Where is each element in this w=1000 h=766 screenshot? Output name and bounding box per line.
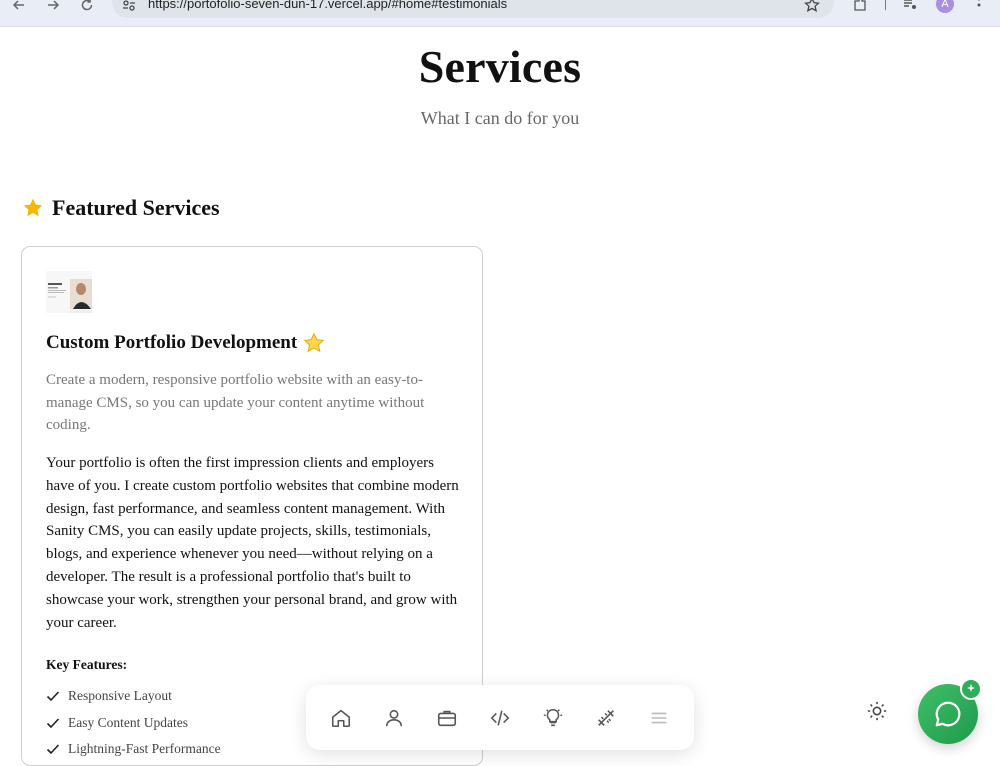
toolbar-divider [885, 0, 886, 10]
dock-menu-button[interactable] [646, 705, 672, 731]
bottom-dock-nav [306, 685, 694, 750]
dock-services-button[interactable] [593, 705, 619, 731]
check-icon [46, 718, 60, 728]
dock-ideas-button[interactable] [540, 705, 566, 731]
feature-label: Lightning-Fast Performance [68, 741, 221, 757]
menu-icon [651, 712, 667, 724]
profile-avatar[interactable]: A [936, 0, 954, 13]
star-badge-icon [303, 332, 325, 353]
page-title: Services [418, 41, 582, 92]
service-short-description: Create a modern, responsive portfolio we… [46, 372, 425, 433]
arrow-right-icon [48, 0, 60, 10]
briefcase-icon [437, 710, 457, 727]
user-icon [385, 709, 403, 727]
browser-toolbar: https://portofolio-seven-dun-17.vercel.a… [0, 0, 1000, 27]
featured-services-label: Featured Services [52, 195, 220, 220]
browser-menu-button[interactable] [968, 0, 990, 16]
forward-button[interactable] [42, 0, 64, 16]
more-vertical-icon [977, 0, 981, 7]
home-icon [331, 709, 351, 728]
feature-label: Easy Content Updates [68, 714, 188, 730]
dock-home-button[interactable] [328, 705, 354, 731]
feature-item: Lightning-Fast Performance [46, 736, 221, 763]
page-subtitle: What I can do for you [420, 108, 580, 128]
service-title: Custom Portfolio Development [46, 332, 325, 354]
theme-toggle-button[interactable] [864, 698, 890, 724]
lightbulb-icon [543, 708, 563, 727]
sparkle-icon [967, 684, 975, 692]
queue-music-icon [904, 0, 916, 9]
feature-item: Responsive Layout [46, 683, 221, 710]
key-features-list: Responsive Layout Easy Content Updates L… [46, 683, 221, 763]
portfolio-preview-image [46, 271, 92, 313]
puzzle-icon [854, 0, 866, 11]
star-icon [23, 198, 43, 217]
key-features-heading: Key Features: [46, 657, 128, 672]
arrow-left-icon [12, 0, 24, 10]
media-button[interactable] [899, 0, 921, 16]
chat-sparkle-badge [960, 678, 982, 700]
check-icon [46, 691, 60, 702]
url-text[interactable]: https://portofolio-seven-dun-17.vercel.a… [148, 0, 507, 11]
feature-item: Easy Content Updates [46, 710, 221, 737]
star-outline-icon [804, 0, 820, 12]
check-icon [46, 744, 60, 755]
extensions-button[interactable] [849, 0, 871, 16]
reload-button[interactable] [76, 0, 98, 16]
chat-bubble-icon [935, 701, 961, 727]
back-button[interactable] [8, 0, 30, 16]
code-icon [490, 710, 510, 726]
tools-icon [598, 710, 614, 726]
service-title-text: Custom Portfolio Development [46, 332, 298, 353]
feature-label: Responsive Layout [68, 688, 172, 704]
reload-icon [81, 0, 93, 11]
dock-about-button[interactable] [381, 705, 407, 731]
bookmark-star-button[interactable] [801, 0, 823, 16]
site-info-icon[interactable] [118, 0, 140, 16]
service-body-text: Your portfolio is often the first impres… [46, 455, 459, 631]
service-thumbnail [46, 271, 92, 313]
dock-experience-button[interactable] [434, 705, 460, 731]
dock-projects-button[interactable] [487, 705, 513, 731]
featured-services-heading: Featured Services [22, 195, 220, 221]
sun-icon [867, 701, 887, 721]
